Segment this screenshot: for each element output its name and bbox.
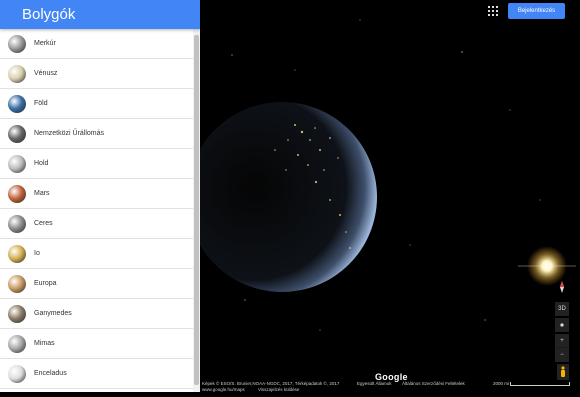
- planet-list: Merkúr Vénusz Föld Nemzetközi Űrállomás Hold…: [0, 29, 193, 389]
- list-item-label: Merkúr: [34, 40, 56, 47]
- list-item[interactable]: Ganymedes: [0, 299, 193, 329]
- planet-thumbnail: [8, 214, 26, 233]
- apps-grid-icon[interactable]: [488, 6, 498, 16]
- planet-thumbnail: [8, 154, 26, 173]
- map-footer: Képek © ESO/S. Brunier,NOAA-NGDC, 2017, …: [200, 381, 580, 392]
- list-item-label: Föld: [34, 100, 48, 107]
- list-item[interactable]: Enceladus: [0, 359, 193, 389]
- compass-icon[interactable]: [555, 280, 569, 294]
- sidebar: Bolygók Merkúr Vénusz Föld Nemzetközi Űráll…: [0, 0, 200, 392]
- planet-thumbnail: [8, 364, 26, 383]
- list-item-label: Ceres: [34, 220, 53, 227]
- list-item-label: Hold: [34, 160, 49, 167]
- list-item[interactable]: Mars: [0, 179, 193, 209]
- zoom-out-button[interactable]: −: [555, 348, 569, 362]
- planet-thumbnail: [8, 244, 26, 263]
- scrollbar-thumb[interactable]: [194, 35, 199, 385]
- planet-thumbnail: [8, 184, 26, 203]
- earth-view: [187, 19, 576, 331]
- list-item[interactable]: Vénusz: [0, 59, 193, 89]
- list-item[interactable]: Ceres: [0, 209, 193, 239]
- list-item[interactable]: Föld: [0, 89, 193, 119]
- planet-thumbnail: [8, 124, 26, 143]
- view-3d-button[interactable]: 3D: [555, 302, 569, 316]
- list-item-label: Europa: [34, 280, 57, 287]
- sidebar-title: Bolygók: [0, 0, 200, 29]
- url-text[interactable]: www.google.hu/maps: [202, 387, 245, 392]
- list-item-label: Mars: [34, 190, 50, 197]
- list-item-label: Mimas: [34, 340, 55, 347]
- list-item[interactable]: Nemzetközi Űrállomás: [0, 119, 193, 149]
- list-item-label: Enceladus: [34, 370, 67, 377]
- pegman-icon[interactable]: [557, 364, 569, 380]
- earth-globe[interactable]: [187, 102, 377, 292]
- planet-thumbnail: [8, 94, 26, 113]
- feedback-link[interactable]: Visszajelzés küldése: [258, 387, 299, 392]
- country-link[interactable]: Egyesült Államok: [357, 381, 392, 386]
- list-item[interactable]: Hold: [0, 149, 193, 179]
- scrollbar[interactable]: [193, 29, 200, 392]
- list-item[interactable]: Mimas: [0, 329, 193, 359]
- planet-thumbnail: [8, 304, 26, 323]
- scale-label: 2000 mi: [493, 381, 510, 386]
- list-item[interactable]: Merkúr: [0, 29, 193, 59]
- scale-bar: [510, 382, 570, 386]
- terms-link[interactable]: Általános Szerződési Feltételek: [402, 381, 465, 386]
- list-item-label: Io: [34, 250, 40, 257]
- sparkle-icon: [560, 323, 564, 327]
- list-item[interactable]: Europa: [0, 269, 193, 299]
- planet-thumbnail: [8, 64, 26, 83]
- zoom-in-button[interactable]: +: [555, 334, 569, 348]
- attribution-text: Képek © ESO/S. Brunier,NOAA-NGDC, 2017, …: [202, 381, 340, 386]
- planet-thumbnail: [8, 274, 26, 293]
- layers-button[interactable]: [555, 318, 569, 332]
- list-item-label: Nemzetközi Űrállomás: [34, 130, 105, 137]
- list-item[interactable]: Io: [0, 239, 193, 269]
- planet-thumbnail: [8, 334, 26, 353]
- planet-viewer[interactable]: [187, 0, 580, 392]
- sign-in-button[interactable]: Bejelentkezés: [508, 3, 565, 19]
- planet-thumbnail: [8, 34, 26, 53]
- list-item-label: Ganymedes: [34, 310, 72, 317]
- list-item-label: Vénusz: [34, 70, 58, 77]
